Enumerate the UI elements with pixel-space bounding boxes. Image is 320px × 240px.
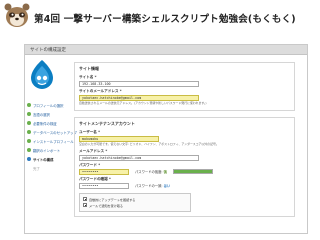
password-label: パスワード * [79, 162, 101, 167]
password-match: パスワードの一致: はい [135, 184, 171, 189]
done-icon [27, 121, 31, 125]
site-info-legend: サイト情報 [79, 66, 99, 71]
install-steps: プロフィールの選択 言語の選択 必要条件の検証 データベースのセットアップ イン… [27, 103, 77, 175]
site-name-input[interactable]: 192.168.33.100 [79, 81, 199, 87]
configure-form: サイト情報 サイト名 * 192.168.33.100 サイトのメールアドレス … [74, 62, 295, 223]
step-finished: 完了 [33, 167, 40, 171]
done-icon [27, 130, 31, 134]
step-configure-site: サイトの構成 [27, 157, 77, 166]
slide-title: 第4回 一撃サーバー構築シェルスクリプト勉強会(もくもく) [34, 14, 296, 25]
password-row: •••••••• パスワードの強度: 強 [79, 168, 290, 175]
install-sidebar: プロフィールの選択 言語の選択 必要条件の検証 データベースのセットアップ イン… [25, 56, 77, 233]
username-description: 空白の入力が可能です。使えない文字: ピリオド、ハイフン、アポストロフィ、アンダ… [79, 141, 219, 146]
step-translation: 翻訳のインポート [27, 148, 77, 157]
page-header: サイトの構成設定 [25, 45, 307, 55]
username-label: ユーザー名 * [79, 129, 101, 134]
site-info-fieldset: サイト情報 サイト名 * 192.168.33.100 サイトのメールアドレス … [74, 62, 295, 111]
site-name-label: サイト名 * [79, 75, 97, 79]
site-email-description: 自動送信されるメールの送信元アドレス。(アカウント登録や新しいパスワード発行に使… [79, 101, 207, 105]
password-input[interactable]: •••••••• [79, 168, 129, 175]
done-icon [27, 148, 31, 152]
current-step-icon [27, 157, 31, 161]
maintenance-legend: サイトメンテナンスアカウント [79, 120, 135, 126]
drupal-logo-icon [31, 60, 53, 89]
step-database: データベースのセットアップ [27, 130, 77, 139]
done-icon [27, 139, 31, 143]
tanuki-mascot-icon [4, 3, 30, 27]
email-notify-checkbox[interactable]: メールで通知を受け取る [83, 203, 187, 208]
auto-update-checkbox[interactable]: 自動的にアップデートを確認する [83, 197, 187, 202]
account-email-input[interactable]: yokotaec.hatchinobe@gmail.com [79, 154, 199, 161]
confirm-row: •••••••• パスワードの一致: はい [79, 182, 290, 189]
site-email-label: サイトのメールアドレス * [79, 89, 122, 93]
account-email-label: メールアドレス * [79, 148, 108, 153]
done-icon [27, 103, 31, 107]
username-input[interactable]: mokumoku [79, 135, 159, 142]
done-icon [27, 112, 31, 116]
step-profile: プロフィールの選択 [27, 103, 77, 112]
checkbox-icon[interactable] [83, 203, 87, 208]
password-strength-meter [172, 169, 213, 175]
step-install-profile: インストールプロフィール [27, 139, 77, 148]
update-notifications: 自動的にアップデートを確認する メールで通知を受け取る [79, 192, 191, 212]
confirm-password-label: パスワードの確認 * [79, 176, 111, 181]
maintenance-account-fieldset: サイトメンテナンスアカウント ユーザー名 * mokumoku 空白の入力が可能… [74, 116, 295, 217]
step-requirements: 必要条件の検証 [27, 121, 77, 130]
checkbox-icon[interactable] [83, 197, 87, 202]
confirm-password-input[interactable]: •••••••• [79, 182, 129, 189]
password-strength-fill [173, 170, 212, 174]
password-strength: パスワードの強度: 強 [135, 170, 167, 175]
step-language: 言語の選択 [27, 112, 77, 121]
installer-screenshot: サイトの構成設定 プロフィールの選択 言語の選択 必要条件の検証 データベースの… [24, 44, 308, 234]
